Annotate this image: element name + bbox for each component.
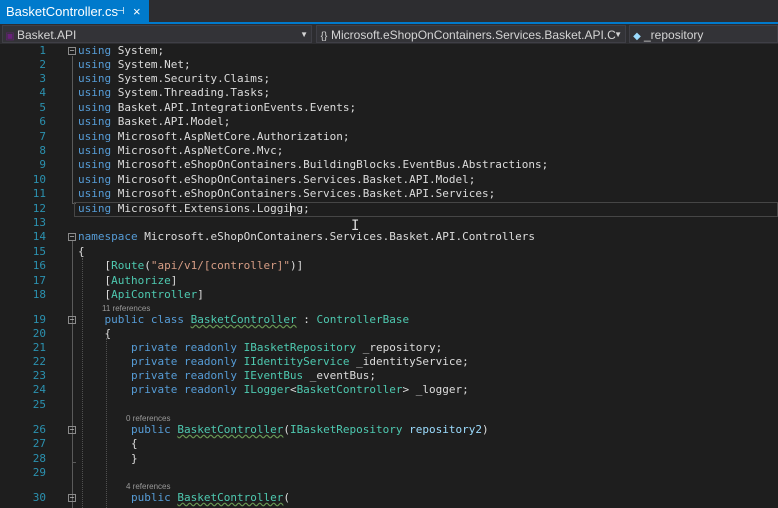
type-dropdown[interactable]: {} Microsoft.eShopOnContainers.Services.B…	[316, 25, 626, 43]
code-line: 5 using Basket.API.IntegrationEvents.Even…	[39, 101, 357, 114]
code-line: 26 public BasketController(IBasketReposi…	[32, 423, 489, 436]
navigation-bar: ▣ Basket.API ▼ {} Microsoft.eShopOnContain…	[0, 24, 778, 44]
tab-title: BasketController.cs	[6, 4, 118, 19]
code-editor[interactable]: − − − − − 1 using System; 2 using System.N…	[0, 44, 778, 508]
code-line: 10 using Microsoft.eShopOnContainers.Serv…	[32, 173, 476, 186]
code-line: 6 using Basket.API.Model;	[39, 115, 231, 128]
code-line: 15{	[32, 245, 85, 258]
code-line: 3 using System.Security.Claims;	[39, 72, 271, 85]
code-line: 28 }	[32, 452, 138, 465]
project-dropdown[interactable]: ▣ Basket.API ▼	[2, 25, 312, 43]
chevron-down-icon: ▼	[614, 30, 622, 39]
pin-icon[interactable]: ⊣	[116, 0, 125, 23]
code-line: 25	[32, 398, 46, 411]
code-line: 11 using Microsoft.eShopOnContainers.Serv…	[32, 187, 496, 200]
code-line: 2 using System.Net;	[39, 58, 191, 71]
code-line: 19 public class BasketController : Contr…	[32, 313, 410, 326]
type-label: Microsoft.eShopOnContainers.Services.Bas…	[331, 28, 616, 42]
code-line: 7 using Microsoft.AspNetCore.Authorizatio…	[39, 130, 350, 143]
tab-basketcontroller[interactable]: BasketController.cs ⊣ ×	[0, 0, 149, 23]
code-line: 24 private readonly ILogger<BasketContro…	[32, 383, 469, 396]
code-line: 4 using System.Threading.Tasks;	[39, 86, 271, 99]
code-line: 20 {	[32, 327, 112, 340]
code-line: 1 using System;	[39, 44, 165, 57]
code-line: 23 private readonly IEventBus _eventBus;	[32, 369, 377, 382]
code-line: 9 using Microsoft.eShopOnContainers.Build…	[39, 158, 549, 171]
chevron-down-icon: ▼	[300, 30, 308, 39]
code-line: 30 public BasketController(	[32, 491, 290, 504]
code-line: 29	[32, 466, 46, 479]
field-icon: ◆	[633, 31, 641, 42]
text-caret	[290, 203, 291, 216]
code-line: 18 [ApiController]	[32, 288, 204, 301]
close-icon[interactable]: ×	[133, 0, 141, 23]
ibeam-cursor-icon: I	[351, 218, 360, 234]
code-line: 21 private readonly IBasketRepository _r…	[32, 341, 443, 354]
code-line: 13	[32, 216, 46, 229]
member-label: _repository	[644, 28, 704, 42]
code-line: 22 private readonly IIdentityService _id…	[32, 355, 469, 368]
code-line: 14 namespace Microsoft.eShopOnContainers.…	[32, 230, 535, 243]
member-dropdown[interactable]: ◆ _repository	[629, 25, 778, 43]
namespace-icon: {}	[320, 31, 328, 42]
code-line: 27 {	[32, 437, 138, 450]
code-line: 16 [Route("api/v1/[controller]")]	[32, 259, 304, 272]
document-tab-bar: BasketController.cs ⊣ ×	[0, 0, 778, 23]
code-line: 17 [Authorize]	[32, 274, 178, 287]
project-label: Basket.API	[17, 28, 77, 42]
csharp-project-icon: ▣	[5, 31, 15, 42]
code-line: 12 using Microsoft.Extensions.Logging;	[32, 202, 310, 215]
code-line: 8 using Microsoft.AspNetCore.Mvc;	[39, 144, 284, 157]
